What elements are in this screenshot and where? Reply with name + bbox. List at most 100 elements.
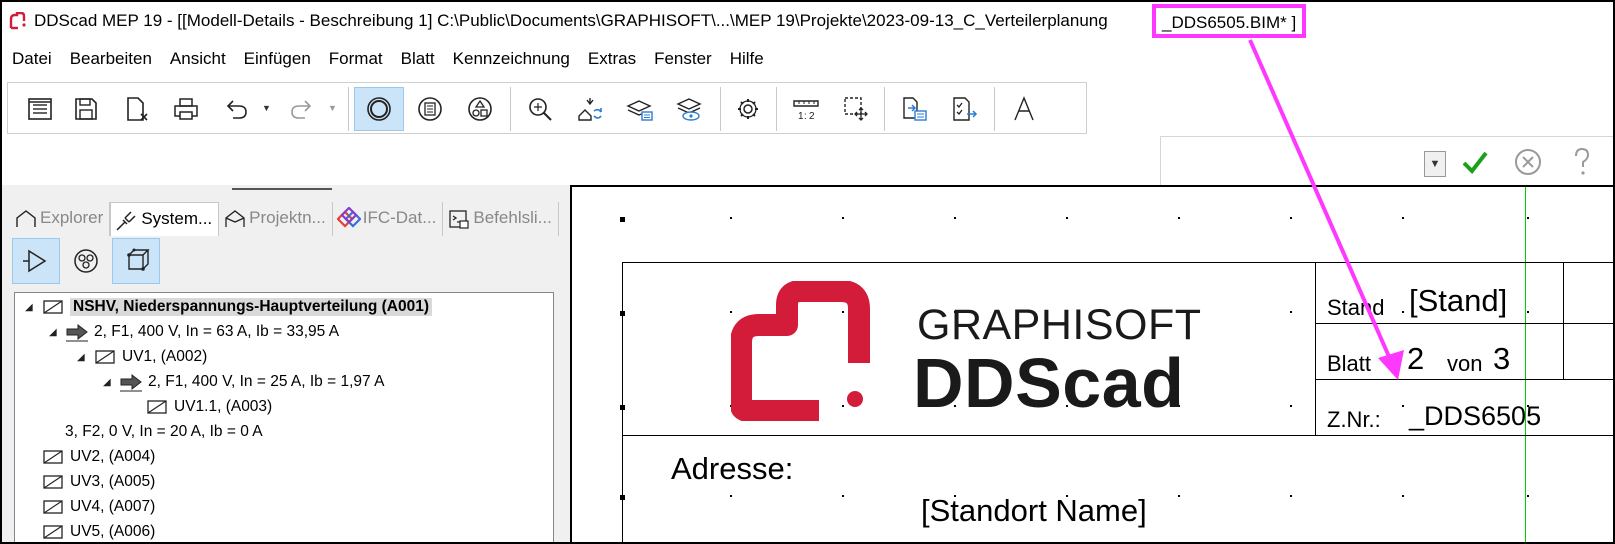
cancel-circle-icon[interactable] [1511, 145, 1545, 179]
symbols-mode-button[interactable] [458, 87, 502, 131]
tree-expand-toggle-icon[interactable]: ◢ [103, 377, 115, 388]
tab-system[interactable]: System... [110, 202, 220, 236]
tree-item[interactable]: UV5, (A006) [25, 520, 156, 542]
tree-item[interactable]: ◢ NSHV, Niederspannungs-Hauptverteilung (… [25, 295, 432, 319]
blatt-value: 2 [1407, 341, 1425, 376]
circles-group-icon [74, 249, 98, 273]
tab-explorer[interactable]: Explorer [10, 202, 111, 236]
redo-button[interactable] [280, 87, 324, 131]
export-list-button[interactable] [892, 87, 936, 131]
zoom-icon [529, 98, 552, 121]
grid-dot [730, 217, 732, 219]
menu-fenster[interactable]: Fenster [644, 44, 720, 74]
3d-view-button[interactable] [112, 238, 160, 284]
undo-icon [226, 100, 247, 119]
stand-value: [Stand] [1409, 283, 1508, 318]
distribution-board-icon [43, 525, 63, 539]
document-circle-icon [418, 97, 442, 121]
print-button[interactable] [164, 87, 208, 131]
tree-item-label: UV1.1, (A003) [174, 398, 273, 415]
confirm-check-icon[interactable] [1458, 145, 1492, 179]
tab-label: IFC-Dat... [362, 208, 437, 227]
menu-extras[interactable]: Extras [578, 44, 644, 74]
system-plug-icon [116, 211, 136, 231]
grid-dot [1527, 217, 1529, 219]
document-mode-button[interactable] [408, 87, 452, 131]
system-tree: ◢ NSHV, Niederspannungs-Hauptverteilung (… [14, 292, 554, 542]
menu-bearbeiten[interactable]: Bearbeiten [60, 44, 160, 74]
close-document-button[interactable] [114, 87, 158, 131]
scale-button[interactable]: 1:2 [784, 87, 828, 131]
menu-datei[interactable]: Datei [2, 44, 60, 74]
groups-view-button[interactable] [62, 238, 110, 284]
logo-text-ddscad: DDScad [913, 344, 1185, 422]
tree-item[interactable]: ◢ 2, F1, 400 V, In = 25 A, Ib = 1,97 A [103, 370, 384, 394]
triangle-play-icon [23, 249, 47, 273]
help-question-icon[interactable] [1565, 145, 1599, 179]
tree-item-label: 2, F1, 400 V, In = 63 A, Ib = 33,95 A [94, 323, 340, 340]
toolbar-separator [720, 87, 721, 131]
tree-expand-toggle-icon[interactable]: ◢ [49, 327, 61, 338]
menu-blatt[interactable]: Blatt [391, 44, 443, 74]
tab-ifc-daten[interactable]: IFC-Dat... [333, 202, 444, 236]
selection-move-button[interactable] [834, 87, 878, 131]
redo-dropdown-icon[interactable]: ▼ [328, 103, 338, 113]
tree-item-label: UV5, (A006) [70, 523, 156, 540]
update-button[interactable] [568, 87, 612, 131]
tree-expand-toggle-icon[interactable]: ◢ [77, 352, 89, 363]
tree-item[interactable]: ◢ UV1, (A002) [77, 345, 207, 369]
tree-item-label: UV4, (A007) [70, 498, 156, 515]
tree-item-label: 3, F2, 0 V, In = 20 A, Ib = 0 A [65, 423, 263, 440]
tab-label: Projektn... [249, 208, 326, 227]
undo-button[interactable] [214, 87, 258, 131]
tree-item[interactable]: UV1.1, (A003) [129, 395, 272, 419]
stand-label: Stand [1327, 295, 1385, 320]
tab-befehlsliste[interactable]: Befehlsli... [443, 202, 559, 236]
tab-projektnavigator[interactable]: Projektn... [219, 202, 333, 236]
panel-splitter[interactable] [232, 188, 332, 190]
tree-expand-toggle-icon[interactable]: ◢ [25, 302, 37, 313]
circuit-view-button[interactable] [12, 238, 60, 284]
settings-button[interactable] [726, 87, 770, 131]
layers-eye-icon [676, 98, 702, 121]
grid-dot [1066, 217, 1068, 219]
tree-item[interactable]: 3, F2, 0 V, In = 20 A, Ib = 0 A [49, 420, 263, 444]
drawing-mode-button[interactable] [354, 87, 404, 131]
undo-dropdown-icon[interactable]: ▼ [262, 103, 272, 113]
layers-visibility-button[interactable] [668, 87, 712, 131]
tree-item[interactable]: UV3, (A005) [25, 470, 155, 494]
grid-dot [620, 217, 625, 222]
selection-move-icon [844, 97, 868, 121]
toolbar-separator [510, 87, 511, 131]
toolbar-separator [776, 87, 777, 131]
window-title: DDScad MEP 19 - [[Modell-Details - Besch… [34, 11, 1108, 30]
von-label: von [1447, 351, 1483, 376]
redo-icon [291, 100, 312, 119]
drawing-canvas[interactable]: GRAPHISOFT DDScad Stand [Stand] Blatt 2 … [570, 185, 1613, 542]
checklist-export-button[interactable] [942, 87, 986, 131]
tab-label: System... [141, 209, 213, 228]
properties-button[interactable] [18, 87, 62, 131]
menu-hilfe[interactable]: Hilfe [720, 44, 772, 74]
menu-format[interactable]: Format [319, 44, 391, 74]
save-button[interactable] [64, 87, 108, 131]
grid-dot [1290, 217, 1292, 219]
command-history-dropdown[interactable]: ▼ [1424, 151, 1446, 177]
address-label: Adresse: [671, 451, 794, 486]
title-block-divider [1315, 379, 1613, 380]
toolbar-separator [994, 87, 995, 131]
title-block-divider [623, 435, 1613, 436]
menu-einfuegen[interactable]: Einfügen [234, 44, 319, 74]
tree-item[interactable]: UV2, (A004) [25, 445, 155, 469]
zoom-button[interactable] [518, 87, 562, 131]
ifc-logo-icon [336, 207, 361, 228]
title-block-divider [1315, 323, 1613, 324]
layers-list-button[interactable] [618, 87, 662, 131]
title-block-divider [1563, 323, 1564, 379]
tree-item[interactable]: ◢ 2, F1, 400 V, In = 63 A, Ib = 33,95 A [49, 320, 339, 344]
menu-kennzeichnung[interactable]: Kennzeichnung [443, 44, 578, 74]
text-button[interactable] [1002, 87, 1046, 131]
tree-item[interactable]: UV4, (A007) [25, 495, 155, 519]
distribution-board-icon [43, 300, 63, 314]
menu-ansicht[interactable]: Ansicht [160, 44, 234, 74]
